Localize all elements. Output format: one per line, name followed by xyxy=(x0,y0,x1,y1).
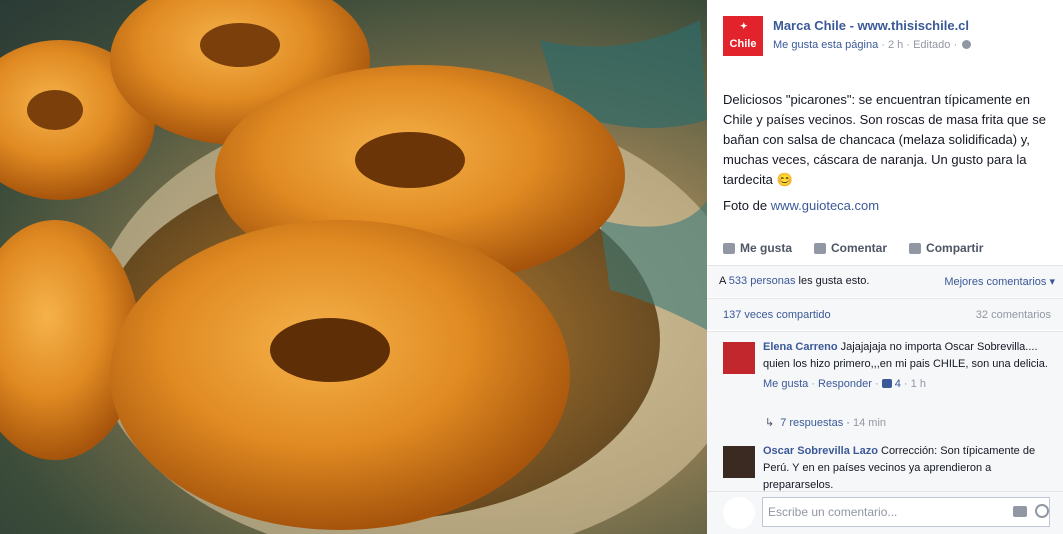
foot-separator: · xyxy=(874,378,882,390)
view-replies-link[interactable]: ↳ 7 respuestas · 14 min xyxy=(765,416,886,429)
post-panel: ✦ Chile Marca Chile - www.thisischile.cl… xyxy=(707,0,1063,534)
share-icon xyxy=(909,242,922,254)
share-label: Compartir xyxy=(926,241,984,255)
comments-list: Elena Carreno Jajajajaja no importa Osca… xyxy=(707,331,1063,491)
post-text: Deliciosos "picarones": se encuentran tí… xyxy=(723,90,1053,190)
page-name-link[interactable]: Marca Chile - www.thisischile.cl xyxy=(773,18,969,33)
comment-input[interactable]: Escribe un comentario... xyxy=(762,497,1050,527)
camera-icon[interactable] xyxy=(1013,506,1027,517)
comment-sort-dropdown[interactable]: Mejores comentarios ▾ xyxy=(944,275,1055,288)
commenter-avatar[interactable] xyxy=(723,342,755,374)
picarones-illustration xyxy=(0,0,707,534)
credit-prefix: Foto de xyxy=(723,198,771,213)
likes-text: A 533 personas les gusta esto. xyxy=(719,275,869,287)
comment-author[interactable]: Oscar Sobrevilla Lazo xyxy=(763,445,878,457)
meta-separator: · xyxy=(881,39,888,51)
shares-link[interactable]: 137 veces compartido xyxy=(723,309,831,321)
comment-reply-link[interactable]: Responder xyxy=(818,378,872,390)
like-page-link[interactable]: Me gusta esta página xyxy=(773,39,878,51)
comment-like-count[interactable]: 4 xyxy=(895,378,901,390)
likes-suffix: les gusta esto. xyxy=(795,275,870,287)
commenter-avatar[interactable] xyxy=(723,446,755,478)
post-actions: Me gusta Comentar Compartir xyxy=(723,238,983,258)
replies-count: 7 respuestas xyxy=(780,417,844,429)
post-photo[interactable] xyxy=(0,0,707,534)
reply-arrow-icon: ↳ xyxy=(765,417,775,429)
comment-button[interactable]: Comentar xyxy=(814,238,887,258)
post-header: ✦ Chile Marca Chile - www.thisischile.cl… xyxy=(723,16,1053,56)
comment-icon xyxy=(814,242,827,254)
like-button[interactable]: Me gusta xyxy=(723,238,792,258)
like-label: Me gusta xyxy=(740,241,793,255)
thumbs-up-icon xyxy=(723,242,735,254)
edited-label[interactable]: Editado xyxy=(913,39,950,51)
foot-separator: · xyxy=(903,378,911,390)
comment-author[interactable]: Elena Carreno xyxy=(763,341,838,353)
comment-composer: Escribe un comentario... xyxy=(707,491,1063,534)
user-avatar xyxy=(723,497,755,529)
comment-body: Elena Carreno Jajajajaja no importa Osca… xyxy=(763,339,1053,393)
logo-text: Chile xyxy=(729,38,757,50)
photo-credit: Foto de www.guioteca.com xyxy=(723,198,879,213)
comment-body: Oscar Sobrevilla Lazo Corrección: Son tí… xyxy=(763,443,1053,491)
globe-icon[interactable] xyxy=(962,40,972,49)
post-body: Deliciosos "picarones": se encuentran tí… xyxy=(723,92,1046,187)
meta-separator: · xyxy=(953,39,961,51)
star-icon: ✦ xyxy=(740,21,748,31)
replies-time: 14 min xyxy=(852,417,887,429)
comment-time[interactable]: 1 h xyxy=(911,378,926,390)
comment-label: Comentar xyxy=(831,241,888,255)
likes-people-link[interactable]: 533 personas xyxy=(729,275,796,287)
foot-separator: · xyxy=(843,417,853,429)
shares-summary: 137 veces compartido 32 comentarios xyxy=(707,298,1063,330)
comments-count[interactable]: 32 comentarios xyxy=(976,309,1051,321)
thumbs-up-icon xyxy=(881,379,892,388)
likes-summary: A 533 personas les gusta esto. Mejores c… xyxy=(707,265,1063,297)
share-button[interactable]: Compartir xyxy=(909,238,983,258)
comment-like-link[interactable]: Me gusta xyxy=(763,378,808,390)
likes-prefix: A xyxy=(719,275,729,287)
comment-footer: Me gusta · Responder · 4 · 1 h xyxy=(763,376,1053,393)
emoji-icon[interactable] xyxy=(1035,504,1049,518)
post-time[interactable]: 2 h xyxy=(888,39,903,51)
credit-link[interactable]: www.guioteca.com xyxy=(771,198,879,213)
page-avatar[interactable]: ✦ Chile xyxy=(723,16,763,56)
post-meta: Me gusta esta página · 2 h · Editado · xyxy=(773,39,972,51)
